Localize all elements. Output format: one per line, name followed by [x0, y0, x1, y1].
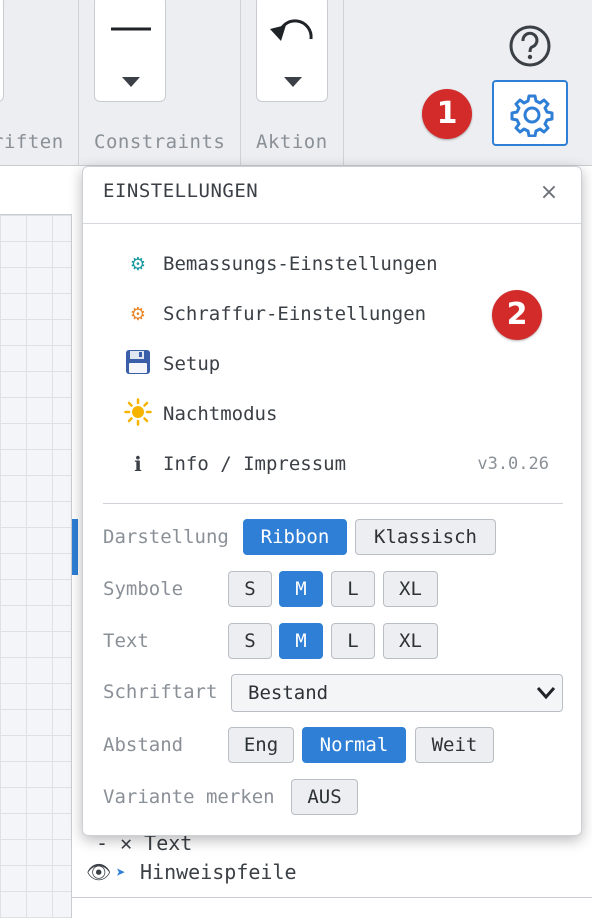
layer-label: Hinweispfeile [140, 860, 297, 884]
ribbon-toolbar: riften Constraints Aktion [0, 0, 592, 166]
line-icon [95, 11, 165, 55]
option-label: Text [103, 630, 149, 652]
undo-icon [257, 11, 327, 59]
menu-item-label: Info / Impressum [163, 453, 347, 475]
option-label: Schriftart [103, 681, 218, 703]
question-circle-icon[interactable] [508, 24, 552, 68]
step-marker-2: 2 [492, 290, 542, 340]
divider [72, 897, 592, 898]
ribbon-separator [78, 0, 79, 166]
group-label-schriften: riften [0, 131, 64, 153]
darstellung-ribbon-button[interactable]: Ribbon [243, 519, 347, 555]
menu-item-nachtmodus[interactable]: Nachtmodus [113, 394, 553, 434]
menu-item-schraffur-einstellungen[interactable]: ⚙ Schraffur-Einstellungen [113, 294, 553, 334]
abstand-eng-button[interactable]: Eng [228, 727, 294, 763]
select-value: Bestand [248, 682, 329, 704]
menu-item-label: Setup [163, 353, 221, 375]
menu-item-bemassungs-einstellungen[interactable]: ⚙ Bemassungs-Einstellungen [113, 244, 553, 284]
group-label-constraints: Constraints [94, 131, 226, 153]
text-s-button[interactable]: S [228, 623, 272, 659]
darstellung-klassisch-button[interactable]: Klassisch [355, 519, 496, 555]
option-row-variante-merken: Variante merken AUS [103, 779, 563, 817]
abstand-weit-button[interactable]: Weit [415, 727, 494, 763]
symbole-xl-button[interactable]: XL [383, 571, 438, 607]
abstand-normal-button[interactable]: Normal [302, 727, 406, 763]
selection-indicator [72, 519, 78, 575]
menu-item-setup[interactable]: Setup [113, 344, 553, 384]
symbole-m-button[interactable]: M [279, 571, 323, 607]
text-xl-button[interactable]: XL [383, 623, 438, 659]
gear-icon [510, 94, 554, 137]
settings-button[interactable] [492, 80, 568, 146]
option-row-text: Text S M L XL [103, 623, 563, 661]
layer-row-hinweispfeile[interactable]: 👁 ➤ Hinweispfeile [86, 857, 297, 887]
chevron-down-icon [536, 687, 556, 700]
option-label: Variante merken [103, 786, 275, 808]
step-marker-1: 1 [422, 89, 472, 139]
option-row-darstellung: Darstellung Ribbon Klassisch [103, 519, 563, 557]
text-m-button[interactable]: M [279, 623, 323, 659]
divider [103, 503, 563, 504]
group-label-aktion: Aktion [256, 131, 328, 153]
undo-dropdown-button[interactable] [256, 0, 328, 102]
gear-orange-icon: ⚙ [129, 303, 147, 325]
caret-down-icon [283, 73, 303, 92]
menu-item-label: Bemassungs-Einstellungen [163, 253, 438, 275]
ribbon-button-partial[interactable] [0, 0, 4, 102]
constraints-dropdown-button[interactable] [94, 0, 166, 102]
sun-icon [113, 397, 163, 431]
caret-down-icon [121, 73, 141, 92]
gear-teal-icon: ⚙ [129, 253, 147, 275]
menu-item-label: Nachtmodus [163, 403, 278, 425]
settings-popup: EINSTELLUNGEN × ⚙ Bemassungs-Einstellung… [82, 166, 582, 836]
symbole-s-button[interactable]: S [228, 571, 272, 607]
variante-merken-toggle[interactable]: AUS [291, 779, 358, 815]
info-icon: ℹ [134, 452, 142, 476]
option-label: Darstellung [103, 526, 229, 548]
menu-item-info-impressum[interactable]: ℹ Info / Impressum v3.0.26 [113, 444, 553, 484]
close-icon[interactable]: × [537, 181, 561, 205]
option-label: Abstand [103, 734, 184, 756]
option-row-abstand: Abstand Eng Normal Weit [103, 727, 563, 765]
popup-header: EINSTELLUNGEN × [83, 167, 581, 224]
option-row-schriftart: Schriftart Bestand [103, 674, 563, 712]
option-label: Symbole [103, 578, 184, 600]
symbole-l-button[interactable]: L [331, 571, 375, 607]
arrow-icon: ➤ [116, 862, 126, 882]
ribbon-separator [343, 0, 344, 166]
version-label: v3.0.26 [477, 454, 549, 474]
text-l-button[interactable]: L [331, 623, 375, 659]
popup-title: EINSTELLUNGEN [103, 180, 259, 202]
floppy-disk-icon [113, 349, 163, 380]
drawing-grid[interactable] [0, 215, 72, 918]
schriftart-select[interactable]: Bestand [231, 674, 563, 712]
ribbon-separator [240, 0, 241, 166]
eye-icon[interactable]: 👁 [86, 860, 116, 884]
option-row-symbole: Symbole S M L XL [103, 571, 563, 609]
